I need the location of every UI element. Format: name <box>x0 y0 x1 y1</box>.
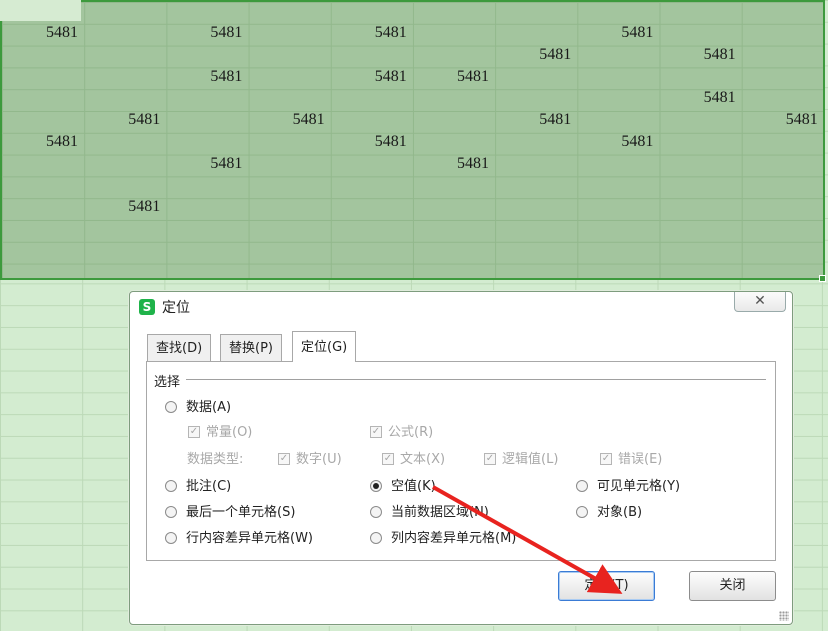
cell-value[interactable]: 5481 <box>659 44 739 65</box>
data-types-label: 数据类型: <box>187 452 244 467</box>
close-icon[interactable]: ✕ <box>734 292 786 312</box>
cell-value[interactable]: 5481 <box>494 109 574 130</box>
option-text[interactable]: ✓ 文本(X) <box>382 451 445 469</box>
option-logicals-label: 逻辑值(L) <box>502 452 559 467</box>
cell-value[interactable]: 5481 <box>412 153 492 174</box>
option-constants[interactable]: ✓ 常量(O) <box>188 424 252 442</box>
option-objects[interactable]: 对象(B) <box>576 504 642 522</box>
tab-replace[interactable]: 替换(P) <box>220 334 282 361</box>
option-last-cell[interactable]: 最后一个单元格(S) <box>165 504 295 522</box>
checkmark-icon[interactable]: ✓ <box>484 452 496 465</box>
radio-last-cell[interactable] <box>165 505 177 518</box>
option-visible-cells-label: 可见单元格(Y) <box>597 479 681 494</box>
option-errors[interactable]: ✓ 错误(E) <box>600 451 662 469</box>
cell-value[interactable]: 5481 <box>248 109 328 130</box>
active-cell[interactable] <box>0 0 81 21</box>
option-numbers[interactable]: ✓ 数字(U) <box>278 451 342 469</box>
radio-data[interactable] <box>165 400 177 413</box>
option-current-region-label: 当前数据区域(N) <box>391 505 489 520</box>
option-column-differences-label: 列内容差异单元格(M) <box>391 531 517 546</box>
checkmark-icon[interactable]: ✓ <box>278 452 290 465</box>
goto-dialog: S 定位 ✕ 查找(D) 替换(P) 定位(G) 选择 数据(A) ✓ 常量(O)… <box>129 291 793 625</box>
cell-value[interactable]: 5481 <box>576 22 656 43</box>
cell-value[interactable]: 5481 <box>165 22 245 43</box>
option-numbers-label: 数字(U) <box>296 452 342 467</box>
option-blanks-label: 空值(K) <box>391 479 436 494</box>
option-formulas-label: 公式(R) <box>388 425 434 440</box>
radio-objects[interactable] <box>576 505 588 518</box>
option-comments[interactable]: 批注(C) <box>165 478 231 496</box>
option-visible-cells[interactable]: 可见单元格(Y) <box>576 478 680 496</box>
fill-handle[interactable] <box>819 275 826 282</box>
option-objects-label: 对象(B) <box>597 505 643 520</box>
tab-goto[interactable]: 定位(G) <box>292 331 357 362</box>
radio-comments[interactable] <box>165 479 177 492</box>
option-row-differences[interactable]: 行内容差异单元格(W) <box>165 530 313 548</box>
radio-current-region[interactable] <box>370 505 382 518</box>
cell-value[interactable]: 5481 <box>83 109 163 130</box>
radio-column-differences[interactable] <box>370 531 382 544</box>
option-row-differences-label: 行内容差异单元格(W) <box>186 531 313 546</box>
tab-find[interactable]: 查找(D) <box>147 334 212 361</box>
option-logicals[interactable]: ✓ 逻辑值(L) <box>484 451 558 469</box>
cell-value[interactable]: 5481 <box>1 131 81 152</box>
option-errors-label: 错误(E) <box>618 452 663 467</box>
option-comments-label: 批注(C) <box>186 479 232 494</box>
cell-value[interactable]: 5481 <box>165 66 245 87</box>
checkmark-icon[interactable]: ✓ <box>382 452 394 465</box>
option-blanks[interactable]: 空值(K) <box>370 478 436 496</box>
radio-visible-cells[interactable] <box>576 479 588 492</box>
radio-blanks[interactable] <box>370 479 382 492</box>
dialog-title: 定位 <box>162 300 190 316</box>
cell-value[interactable]: 5481 <box>412 66 492 87</box>
option-text-label: 文本(X) <box>400 452 446 467</box>
checkmark-icon[interactable]: ✓ <box>188 425 200 438</box>
option-data[interactable]: 数据(A) <box>165 399 231 417</box>
dialog-title-bar[interactable]: S 定位 ✕ <box>130 292 792 322</box>
wps-logo-icon: S <box>139 299 155 315</box>
cell-value[interactable]: 5481 <box>165 153 245 174</box>
resize-grip[interactable] <box>779 611 789 621</box>
option-current-region[interactable]: 当前数据区域(N) <box>370 504 489 522</box>
checkmark-icon[interactable]: ✓ <box>600 452 612 465</box>
cell-value[interactable]: 5481 <box>494 44 574 65</box>
group-label: 选择 <box>154 371 185 390</box>
group-divider <box>186 379 766 380</box>
selected-range[interactable] <box>0 0 825 280</box>
cell-value[interactable]: 5481 <box>330 66 410 87</box>
option-data-label: 数据(A) <box>186 400 232 415</box>
close-button[interactable]: 关闭 <box>689 571 776 601</box>
cell-value[interactable]: 5481 <box>659 87 739 108</box>
cell-value[interactable]: 5481 <box>83 196 163 217</box>
radio-row-differences[interactable] <box>165 531 177 544</box>
option-last-cell-label: 最后一个单元格(S) <box>186 505 296 520</box>
option-constants-label: 常量(O) <box>206 425 253 440</box>
cell-value[interactable]: 5481 <box>330 131 410 152</box>
checkmark-icon[interactable]: ✓ <box>370 425 382 438</box>
option-formulas[interactable]: ✓ 公式(R) <box>370 424 433 442</box>
cell-value[interactable]: 5481 <box>1 22 81 43</box>
cell-value[interactable]: 5481 <box>741 109 821 130</box>
option-column-differences[interactable]: 列内容差异单元格(M) <box>370 530 516 548</box>
cell-value[interactable]: 5481 <box>330 22 410 43</box>
locate-button[interactable]: 定位(T) <box>558 571 655 601</box>
cell-value[interactable]: 5481 <box>576 131 656 152</box>
